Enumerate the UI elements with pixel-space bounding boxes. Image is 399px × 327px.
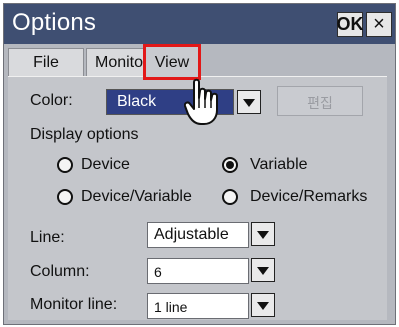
ok-button[interactable]: OK xyxy=(337,12,364,37)
line-dropdown-button[interactable] xyxy=(251,222,275,246)
hand-cursor-icon xyxy=(184,78,218,125)
column-label: Column: xyxy=(30,263,90,280)
title-bar: Options OK × xyxy=(4,4,395,44)
tab-view[interactable]: View xyxy=(143,44,201,80)
monitor-line-select[interactable]: 1 line xyxy=(147,293,249,319)
radio-device-variable-label: Device/Variable xyxy=(81,188,192,205)
line-select[interactable]: Adjustable xyxy=(147,222,249,248)
monitor-line-label: Monitor line: xyxy=(30,296,118,313)
line-label: Line: xyxy=(30,229,65,246)
radio-device-remarks[interactable] xyxy=(222,189,238,205)
radio-variable-label: Variable xyxy=(250,156,308,173)
column-dropdown-button[interactable] xyxy=(251,258,275,282)
edit-button[interactable]: 편집 xyxy=(277,86,363,116)
close-button[interactable]: × xyxy=(366,12,392,37)
monitor-line-dropdown-button[interactable] xyxy=(251,293,275,317)
radio-device-label: Device xyxy=(81,156,130,173)
display-options-heading: Display options xyxy=(30,126,139,143)
color-label: Color: xyxy=(30,92,73,109)
radio-device[interactable] xyxy=(57,157,73,173)
color-dropdown-button[interactable] xyxy=(237,90,261,114)
column-select[interactable]: 6 xyxy=(147,258,249,284)
tab-file[interactable]: File xyxy=(8,48,84,76)
radio-device-remarks-label: Device/Remarks xyxy=(250,188,368,205)
radio-variable[interactable] xyxy=(222,157,238,173)
tab-monitor[interactable]: Monitor xyxy=(86,48,146,76)
radio-device-variable[interactable] xyxy=(57,189,73,205)
window-title: Options xyxy=(12,9,97,36)
